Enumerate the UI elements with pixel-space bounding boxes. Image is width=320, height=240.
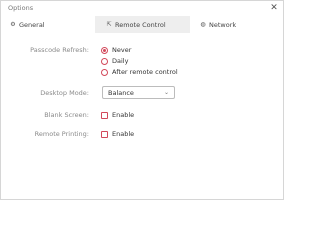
blank-screen-checkbox-box (101, 111, 108, 119)
remote-printing-label: Remote Printing: (34, 130, 89, 138)
gear-icon: ⚙ (10, 21, 16, 28)
radio-daily[interactable]: Daily (101, 57, 128, 65)
radio-never-indicator (101, 46, 108, 54)
desktop-mode-label: Desktop Mode: (40, 89, 89, 97)
remote-printing-enable-label: Enable (112, 130, 135, 138)
radio-after-remote-control-indicator (101, 68, 108, 76)
radio-never-label: Never (112, 46, 132, 54)
network-icon: ◍ (200, 21, 206, 28)
blank-screen-checkbox[interactable]: Enable (101, 111, 134, 119)
passcode-refresh-label: Passcode Refresh: (30, 46, 89, 54)
radio-never[interactable]: Never (101, 46, 131, 54)
desktop-mode-select[interactable]: Balance ⌄ (102, 86, 175, 99)
remote-printing-checkbox-box (101, 130, 108, 138)
tab-general-label: General (19, 20, 45, 29)
tab-remote-control-label: Remote Control (115, 20, 166, 29)
title-bar: Options ✕ (1, 1, 283, 15)
radio-after-remote-control-label: After remote control (112, 68, 178, 76)
tab-bar: ⚙ General ⇱ Remote Control ◍ Network (1, 16, 283, 34)
radio-after-remote-control[interactable]: After remote control (101, 68, 178, 76)
tab-general[interactable]: ⚙ General (9, 16, 89, 33)
blank-screen-label: Blank Screen: (44, 111, 89, 119)
close-icon: ✕ (270, 3, 278, 13)
remote-control-icon: ⇱ (106, 21, 112, 28)
tab-network[interactable]: ◍ Network (199, 16, 279, 33)
radio-daily-indicator (101, 57, 108, 65)
window-title: Options (8, 4, 34, 12)
close-button[interactable]: ✕ (269, 3, 279, 13)
tab-network-label: Network (209, 20, 237, 29)
options-window: Options ✕ ⚙ General ⇱ Remote Control ◍ N… (0, 0, 284, 200)
blank-screen-enable-label: Enable (112, 111, 135, 119)
tab-remote-control[interactable]: ⇱ Remote Control (95, 16, 190, 33)
desktop-mode-value: Balance (108, 88, 134, 97)
chevron-down-icon: ⌄ (163, 89, 169, 96)
remote-printing-checkbox[interactable]: Enable (101, 130, 134, 138)
radio-daily-label: Daily (112, 57, 129, 65)
